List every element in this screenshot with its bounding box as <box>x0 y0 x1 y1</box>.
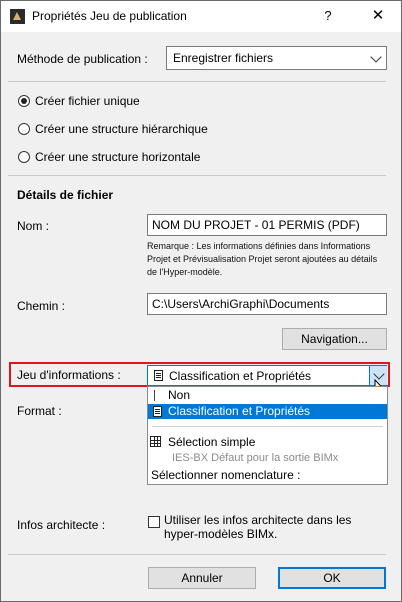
publish-method-value: Enregistrer fichiers <box>173 51 274 65</box>
window-title: Propriétés Jeu de publication <box>32 9 187 23</box>
info-note: Remarque : Les informations définies dan… <box>147 241 378 277</box>
publish-method-select[interactable]: Enregistrer fichiers <box>166 46 387 70</box>
name-label: Nom : <box>17 219 50 233</box>
dropdown-item-simple[interactable]: Sélection simple <box>148 435 387 450</box>
radio-horizontal-label[interactable]: Créer une structure horizontale <box>35 150 200 164</box>
table-icon <box>150 436 161 447</box>
none-icon <box>154 390 155 401</box>
separator <box>8 175 386 176</box>
chevron-down-icon <box>370 51 382 63</box>
format-label: Format : <box>17 404 62 418</box>
chevron-down-icon <box>373 368 385 380</box>
radio-horizontal[interactable] <box>18 151 30 163</box>
radio-single-file-label[interactable]: Créer fichier unique <box>35 94 140 108</box>
radio-hierarchical[interactable] <box>18 123 30 135</box>
dropdown-separator <box>152 426 383 427</box>
dropdown-item-choose-label: Sélectionner nomenclature : <box>151 468 301 482</box>
dropdown-item-classification-label: Classification et Propriétés <box>168 404 311 418</box>
path-label: Chemin : <box>17 299 66 313</box>
dropdown-item-none[interactable]: Non <box>148 388 387 403</box>
name-input[interactable]: NOM DU PROJET - 01 PERMIS (PDF) <box>147 214 387 236</box>
radio-hierarchical-label[interactable]: Créer une structure hiérarchique <box>35 122 208 136</box>
dropdown-item-ies-label: IES-BX Défaut pour la sortie BIMx <box>172 452 339 464</box>
architect-checkbox-label-line2[interactable]: hyper-modèles BIMx. <box>164 527 277 541</box>
browse-button[interactable]: Navigation... <box>282 328 387 350</box>
info-set-label: Jeu d'informations : <box>17 368 121 382</box>
separator <box>8 81 386 82</box>
dialog-window: Propriétés Jeu de publication ? ✕ Méthod… <box>0 0 402 602</box>
path-input[interactable]: C:\Users\ArchiGraphi\Documents <box>147 293 387 315</box>
architect-checkbox-label-line1[interactable]: Utiliser les infos architecte dans les <box>164 513 351 527</box>
info-set-select[interactable]: Classification et Propriétés <box>147 365 387 386</box>
ok-button[interactable]: OK <box>278 567 386 589</box>
close-button[interactable]: ✕ <box>365 6 391 26</box>
title-bar: Propriétés Jeu de publication ? ✕ <box>1 1 401 32</box>
info-set-dropdown: Non Classification et Propriétés Sélecti… <box>147 386 388 485</box>
dropdown-item-choose[interactable]: Sélectionner nomenclature : <box>148 468 387 483</box>
file-details-heading: Détails de fichier <box>17 188 114 202</box>
info-set-value: Classification et Propriétés <box>169 369 312 383</box>
dropdown-item-classification[interactable]: Classification et Propriétés <box>148 404 387 419</box>
dropdown-item-simple-label: Sélection simple <box>168 435 256 449</box>
dropdown-item-none-label: Non <box>168 388 191 402</box>
separator <box>8 554 386 555</box>
dropdown-item-ies: IES-BX Défaut pour la sortie BIMx <box>148 452 387 467</box>
help-button[interactable]: ? <box>317 6 339 26</box>
publish-method-label: Méthode de publication : <box>17 52 148 66</box>
app-icon <box>10 9 25 24</box>
architect-label: Infos architecte : <box>17 518 106 532</box>
document-icon <box>153 406 162 417</box>
document-icon <box>154 370 163 381</box>
radio-single-file[interactable] <box>18 95 30 107</box>
architect-checkbox[interactable] <box>148 516 160 528</box>
cancel-button[interactable]: Annuler <box>148 567 256 589</box>
